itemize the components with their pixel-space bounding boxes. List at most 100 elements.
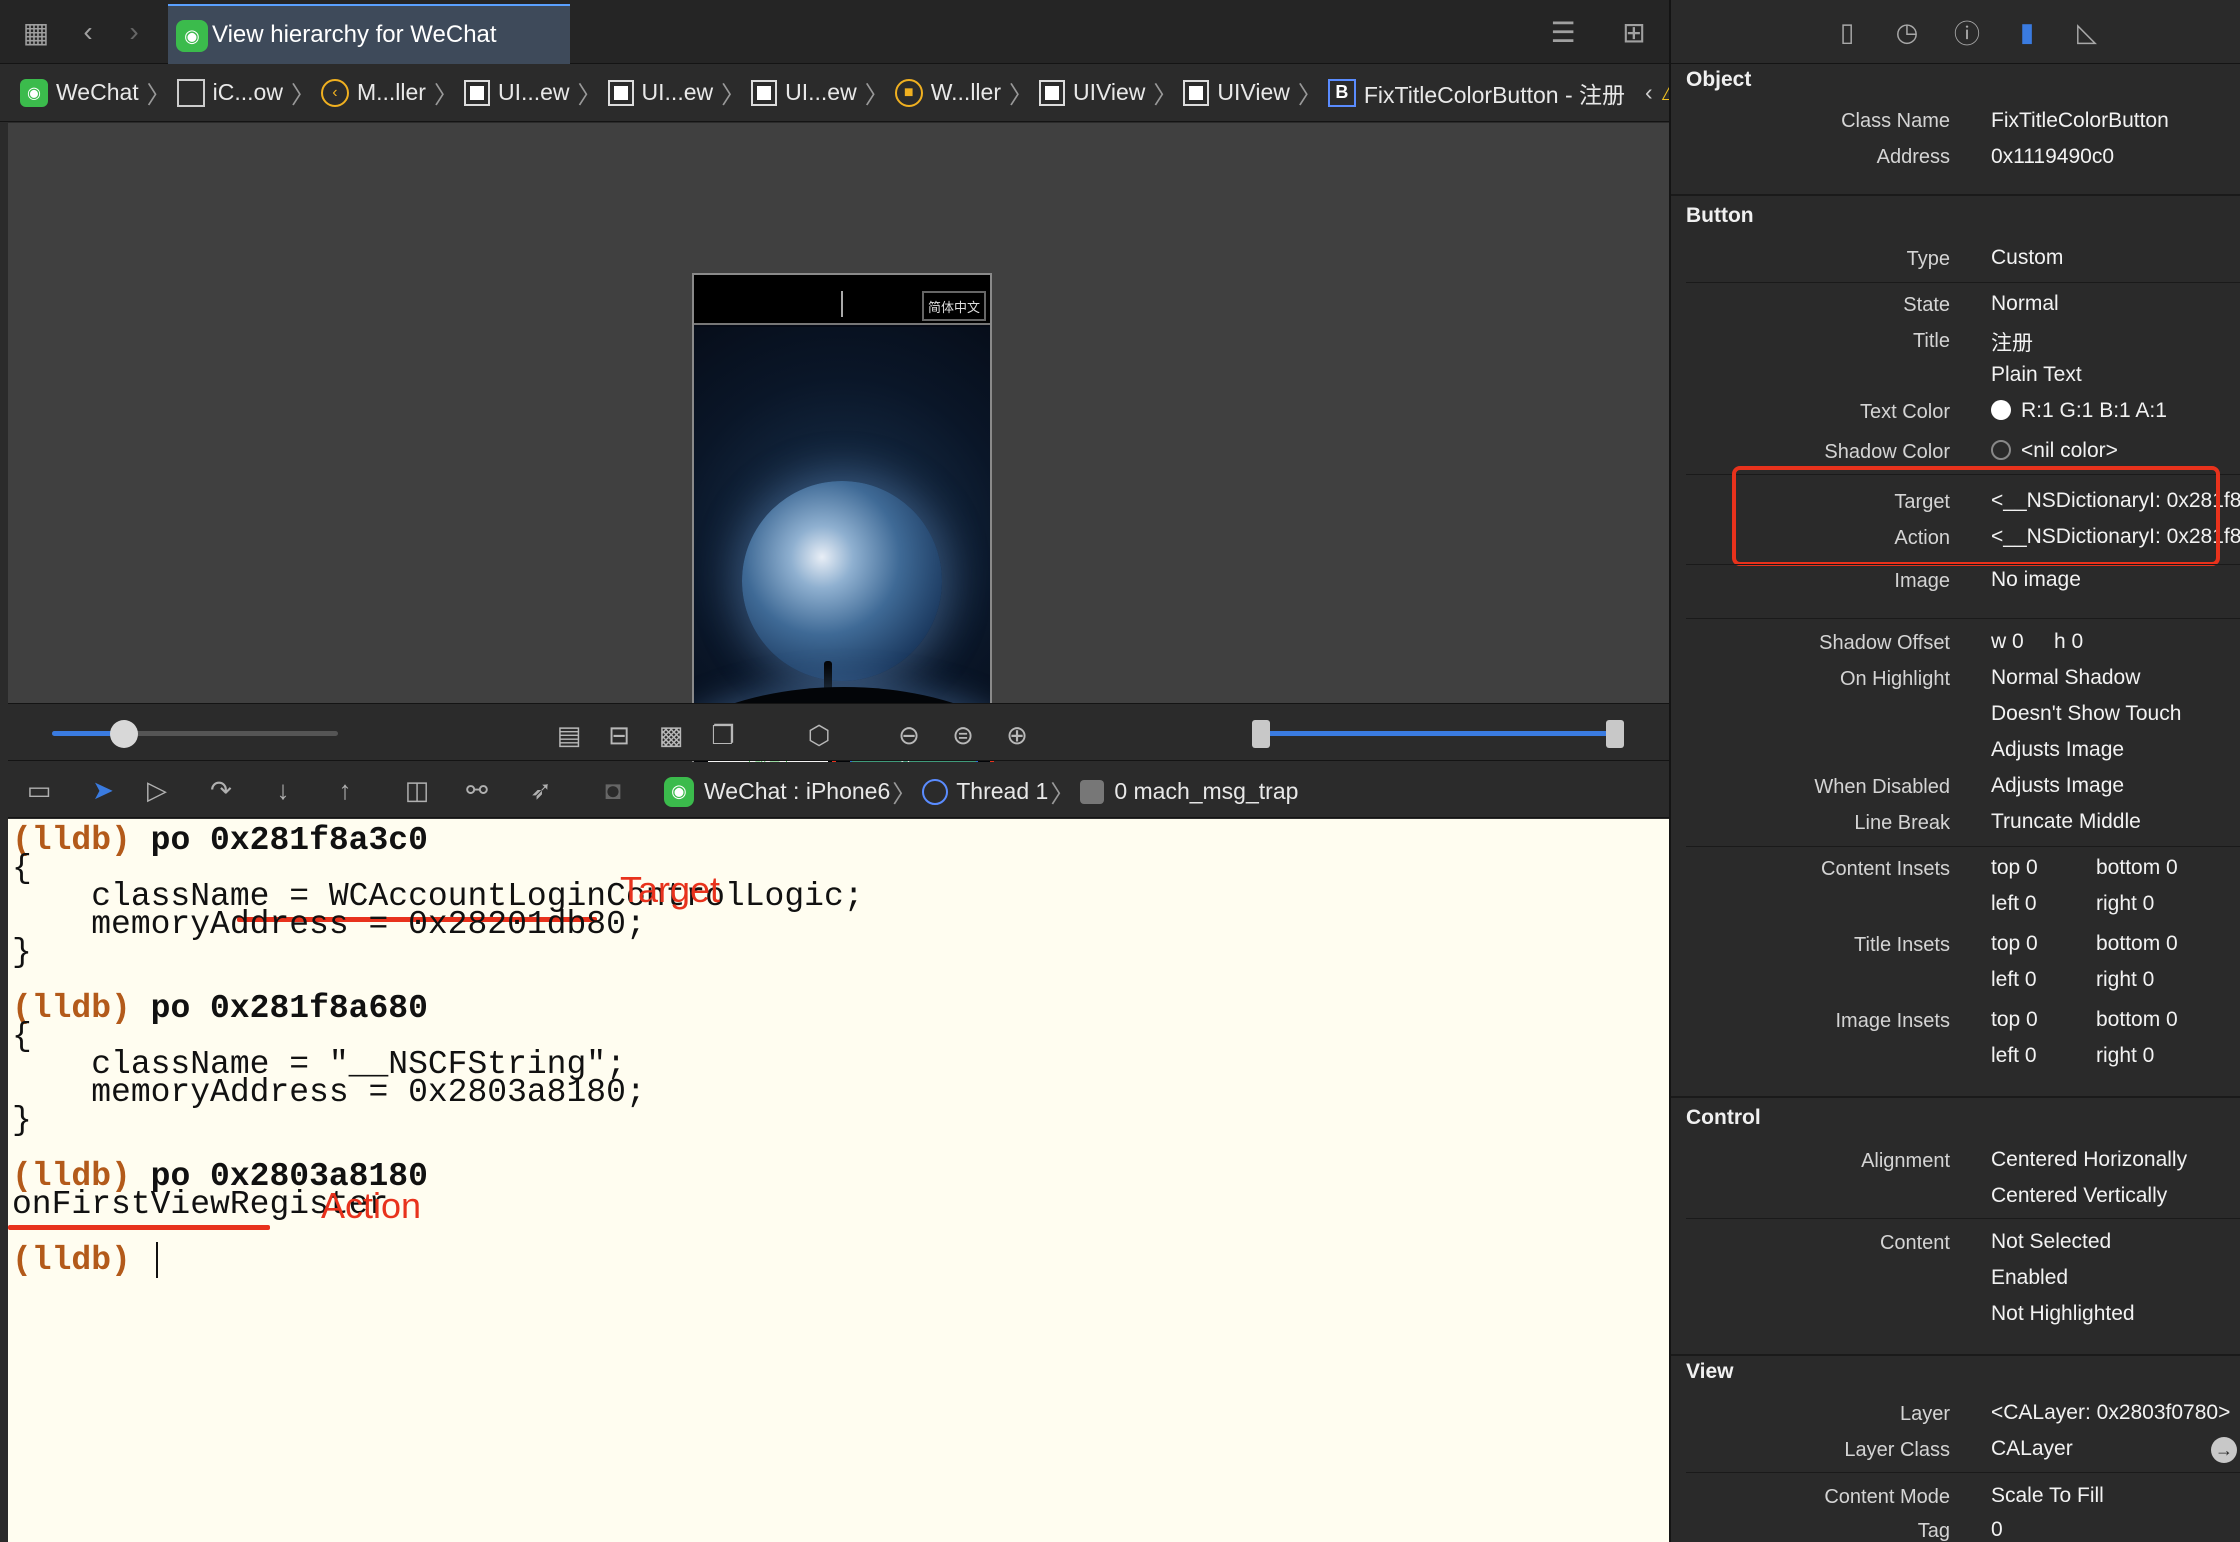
breadcrumb-item[interactable]: UI...ew [463,79,570,106]
file-inspector-icon[interactable]: ▯ [1831,16,1863,48]
breadcrumb-item[interactable]: ◉ WeChat [20,78,139,107]
tab-bar: ▦ ‹ › ◉ View hierarchy for WeChat ☰ ⊞ [0,0,1669,64]
chevron-right-icon: 〉 [721,82,746,109]
back-icon[interactable]: ‹ [70,14,106,50]
warning-icon[interactable]: ⚠ [1661,79,1669,106]
section-view-title: View [1686,1360,1734,1383]
console-command: po 0x281f8a680 [150,990,428,1027]
add-editor-icon[interactable]: ⊞ [1616,14,1652,50]
range-slider-track[interactable] [1262,731,1618,736]
camera-icon[interactable]: ◘ [596,773,630,807]
divider [1686,1218,2240,1219]
shadow-offset-w: w 0 [1991,630,2024,653]
controller-icon: ‹ [320,78,349,107]
address-value: 0x1119490c0 [1991,145,2114,168]
nil-swatch-icon [1991,440,2011,460]
tab-title: View hierarchy for WeChat [212,21,497,48]
editor-options-icon[interactable]: ☰ [1545,14,1581,50]
chevron-right-icon: 〉 [577,82,602,109]
console-command: po 0x281f8a3c0 [150,822,428,859]
button-class-icon: B [1327,78,1356,107]
forward-icon[interactable]: › [116,14,152,50]
debug-view-hierarchy-icon[interactable]: ◫ [400,773,434,807]
address-label: Address [1876,146,1950,168]
phone-navbar[interactable]: 简体中文 [694,275,990,325]
breadcrumb-label: iC...ow [212,79,283,105]
console-line: } [12,1102,32,1139]
chevron-right-icon: 〉 [1153,82,1178,109]
on-highlight-label: On Highlight [1839,668,1950,690]
section-object-title: Object [1686,68,1752,91]
lldb-console[interactable]: (lldb) po 0x281f8a3c0 { className = WCAc… [8,819,1669,1542]
object-inspector-icon[interactable]: ▮ [2011,16,2043,48]
chevron-right-icon: 〉 [864,82,889,109]
continue-icon[interactable]: ▷ [140,773,174,807]
size-inspector-icon[interactable]: ◺ [2071,16,2103,48]
gear-icon [1080,779,1105,804]
chevron-right-icon: 〉 [1008,82,1033,109]
breadcrumb-item[interactable]: B FixTitleColorButton - 注册 [1327,76,1625,110]
language-button[interactable]: 简体中文 [922,291,986,321]
debug-app-label[interactable]: WeChat : iPhone6 [704,778,890,805]
target-action-highlight-box [1732,466,2220,566]
breadcrumb-item[interactable]: UIView [1038,79,1145,106]
breadcrumb-label: WeChat [56,79,139,105]
wechat-icon: ◉ [20,78,48,107]
spacing-slider-knob[interactable] [109,720,138,748]
console-line: (lldb) po 0x281f8a680 [12,989,428,1029]
image-insets-left: left 0 [1991,1044,2037,1067]
step-into-icon[interactable]: ↓ [266,773,300,807]
zoom-out-icon[interactable]: ⊖ [892,718,926,752]
debug-frame-label[interactable]: 0 mach_msg_trap [1114,778,1298,805]
zoom-actual-icon[interactable]: ⊜ [946,718,980,752]
text-color-value: R:1 G:1 B:1 A:1 [1991,399,2167,423]
content-value-2: Enabled [1991,1266,2069,1289]
title-label: Title [1912,330,1950,352]
breadcrumb-item[interactable]: UI...ew [751,79,857,106]
tab-view-hierarchy[interactable]: ◉ View hierarchy for WeChat [168,4,570,64]
show-constraints-icon[interactable]: ⊟ [602,718,636,752]
grid-icon[interactable]: ▦ [18,14,54,50]
controller-icon: ■ [894,78,923,107]
change-canvas-icon[interactable]: ❐ [706,718,740,752]
console-line: } [12,934,32,971]
hide-debug-area-icon[interactable]: ▭ [22,773,56,807]
on-highlight-value-1: Normal Shadow [1991,666,2141,689]
range-slider-min-handle[interactable] [1252,720,1270,748]
console-line: (lldb) [12,1241,131,1281]
breadcrumb-item[interactable]: UI...ew [607,79,713,106]
breadcrumb-item[interactable]: UIView [1183,79,1290,106]
view-hierarchy-canvas[interactable]: 简体中文 登录 注册 [8,123,1669,805]
section-control-title: Control [1686,1106,1761,1129]
title-insets-right: right 0 [2096,968,2155,991]
zoom-in-icon[interactable]: ⊕ [1000,718,1034,752]
simulate-location-icon[interactable]: ➶ [524,773,558,807]
content-insets-top: top 0 [1991,856,2038,879]
orient-3d-icon[interactable]: ⬡ [802,718,836,752]
debug-bar: ▭ ➤ ▷ ↷ ↓ ↑ ◫ ⚯ ➶ ◘ ◉ WeChat : iPhone6 〉… [8,762,1669,818]
help-icon[interactable]: ⓘ [1951,16,1983,49]
state-label: State [1903,294,1950,316]
on-highlight-value-3: Adjusts Image [1991,738,2125,761]
go-to-arrow-icon[interactable]: → [2211,1437,2237,1463]
breakpoints-icon[interactable]: ➤ [86,773,120,807]
image-label: Image [1894,570,1950,592]
step-over-icon[interactable]: ↷ [204,773,238,807]
memory-graph-icon[interactable]: ⚯ [460,773,494,807]
title-value: 注册 [1991,332,2033,355]
chevron-left-icon[interactable]: ‹ [1645,79,1653,106]
debug-thread-label[interactable]: Thread 1 [956,778,1048,805]
breadcrumb-item[interactable]: ‹ M...ller [320,78,426,107]
chevron-right-icon: 〉 [146,82,171,109]
range-slider-max-handle[interactable] [1606,720,1624,748]
layer-value: <CALayer: 0x2803f0780> [1991,1401,2231,1424]
breadcrumb-item[interactable]: iC...ow [176,78,283,107]
show-clipped-icon[interactable]: ▤ [552,718,586,752]
divider [1686,618,2240,619]
view-icon [463,79,490,106]
breadcrumb-item[interactable]: ■ W...ller [894,78,1001,107]
adjust-view-mode-icon[interactable]: ▩ [654,718,688,752]
history-icon[interactable]: ◷ [1891,16,1923,48]
step-out-icon[interactable]: ↑ [328,773,362,807]
title-insets-left: left 0 [1991,968,2037,991]
